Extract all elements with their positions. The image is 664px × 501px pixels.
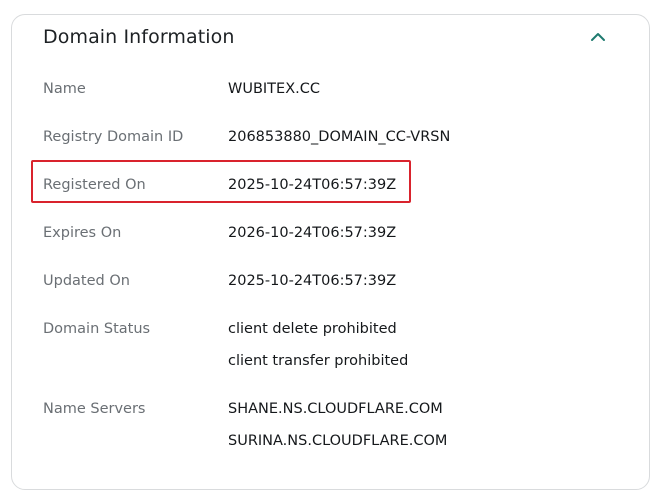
value-name-server-2: SURINA.NS.CLOUDFLARE.COM: [228, 433, 448, 449]
label-name-servers: Name Servers: [43, 401, 146, 417]
value-updated-on: 2025-10-24T06:57:39Z: [228, 273, 397, 289]
value-name: WUBITEX.CC: [228, 81, 320, 97]
card-title: Domain Information: [43, 26, 235, 48]
domain-information-card: Domain Information Name WUBITEX.CC Regis…: [11, 14, 650, 490]
collapse-button[interactable]: [586, 25, 610, 49]
chevron-up-icon: [589, 28, 607, 47]
value-domain-status-2: client transfer prohibited: [228, 353, 409, 369]
value-name-server-1: SHANE.NS.CLOUDFLARE.COM: [228, 401, 443, 417]
value-domain-status-1: client delete prohibited: [228, 321, 397, 337]
value-expires-on: 2026-10-24T06:57:39Z: [228, 225, 397, 241]
label-updated-on: Updated On: [43, 273, 130, 289]
label-expires-on: Expires On: [43, 225, 122, 241]
label-registry-domain-id: Registry Domain ID: [43, 129, 184, 145]
label-name: Name: [43, 81, 86, 97]
registered-on-highlight: [31, 160, 411, 203]
label-domain-status: Domain Status: [43, 321, 151, 337]
value-registry-domain-id: 206853880_DOMAIN_CC-VRSN: [228, 129, 451, 145]
